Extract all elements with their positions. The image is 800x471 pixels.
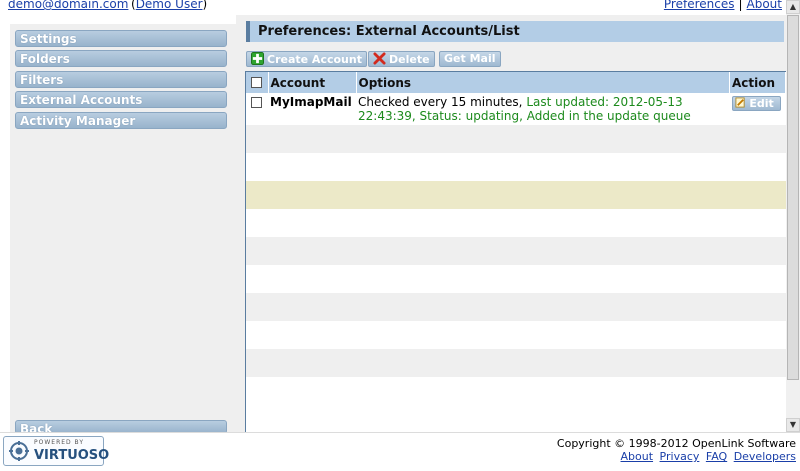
table-row [246,321,786,349]
page-title: Preferences: External Accounts/List [246,21,784,42]
delete-button[interactable]: Delete [368,51,435,67]
scroll-up-arrow-icon[interactable]: ▲ [786,0,800,14]
table-row: MyImapMail Checked every 15 minutes, Las… [246,93,786,125]
column-header-options: Options [356,72,730,93]
sidebar-item-settings[interactable]: Settings [15,30,227,47]
sidebar-item-filters[interactable]: Filters [15,71,227,88]
table-row [246,181,786,209]
footer-about-link[interactable]: About [621,450,654,463]
add-icon [251,52,264,65]
account-cell: MyImapMail [268,93,356,125]
logo-main-text: VIRTUOSO [34,448,110,463]
top-bar: demo@domain.com (Demo User) Preferences |… [0,0,786,15]
edit-icon [734,97,745,108]
separator: | [738,0,743,11]
account-name: MyImapMail [270,95,352,109]
scroll-down-arrow-icon[interactable]: ▼ [786,418,800,432]
logo-top-text: POWERED BY [34,439,85,446]
edit-button[interactable]: Edit [731,96,781,111]
table-row [246,237,786,265]
row-select-cell [246,93,268,125]
gear-icon [9,441,29,461]
footer: POWERED BY VIRTUOSO Copyright © 1998-201… [0,432,800,471]
main-panel: Preferences: External Accounts/List Crea… [236,15,787,440]
delete-label: Delete [389,53,430,66]
column-header-action: Action [729,72,786,93]
create-account-label: Create Account [267,53,362,66]
options-interval: Checked every 15 minutes, [358,95,527,109]
sidebar: Settings Folders Filters External Accoun… [10,24,237,440]
virtuoso-logo[interactable]: POWERED BY VIRTUOSO [3,436,109,466]
user-email-link[interactable]: demo@domain.com [8,0,128,11]
select-all-header [246,72,269,93]
top-links: Preferences | About [664,0,782,11]
options-cell: Checked every 15 minutes, Last updated: … [356,93,730,125]
get-mail-button[interactable]: Get Mail [439,51,501,67]
footer-links: About Privacy FAQ Developers [618,450,796,463]
accounts-grid: Account Options Action MyImapMail Checke… [246,72,786,377]
sidebar-item-folders[interactable]: Folders [15,50,227,67]
row-checkbox[interactable] [251,97,262,108]
table-header-row: Account Options Action [246,72,786,93]
page-scrollbar[interactable]: ▲ ▼ [786,0,800,432]
table-row [246,349,786,377]
column-header-account: Account [268,72,357,93]
preferences-link[interactable]: Preferences [664,0,735,11]
footer-privacy-link[interactable]: Privacy [660,450,700,463]
table-row [246,125,786,153]
edit-label: Edit [749,97,774,110]
accounts-table: Account Options Action MyImapMail Checke… [245,71,787,436]
action-cell: Edit [730,93,786,125]
copyright-text: Copyright © 1998-2012 OpenLink Software [556,437,796,450]
sidebar-item-external-accounts[interactable]: External Accounts [15,91,227,108]
table-row [246,265,786,293]
delete-icon [373,52,386,65]
table-row [246,293,786,321]
table-row [246,209,786,237]
user-name-wrap: (Demo User) [131,0,207,11]
create-account-button[interactable]: Create Account [246,51,367,67]
sidebar-item-activity-manager[interactable]: Activity Manager [15,112,227,129]
scroll-thumb[interactable] [787,15,799,380]
select-all-checkbox[interactable] [251,76,262,88]
table-row [246,153,786,181]
user-name-link[interactable]: Demo User [136,0,203,11]
footer-faq-link[interactable]: FAQ [706,450,727,463]
footer-developers-link[interactable]: Developers [734,450,796,463]
about-link[interactable]: About [747,0,782,11]
